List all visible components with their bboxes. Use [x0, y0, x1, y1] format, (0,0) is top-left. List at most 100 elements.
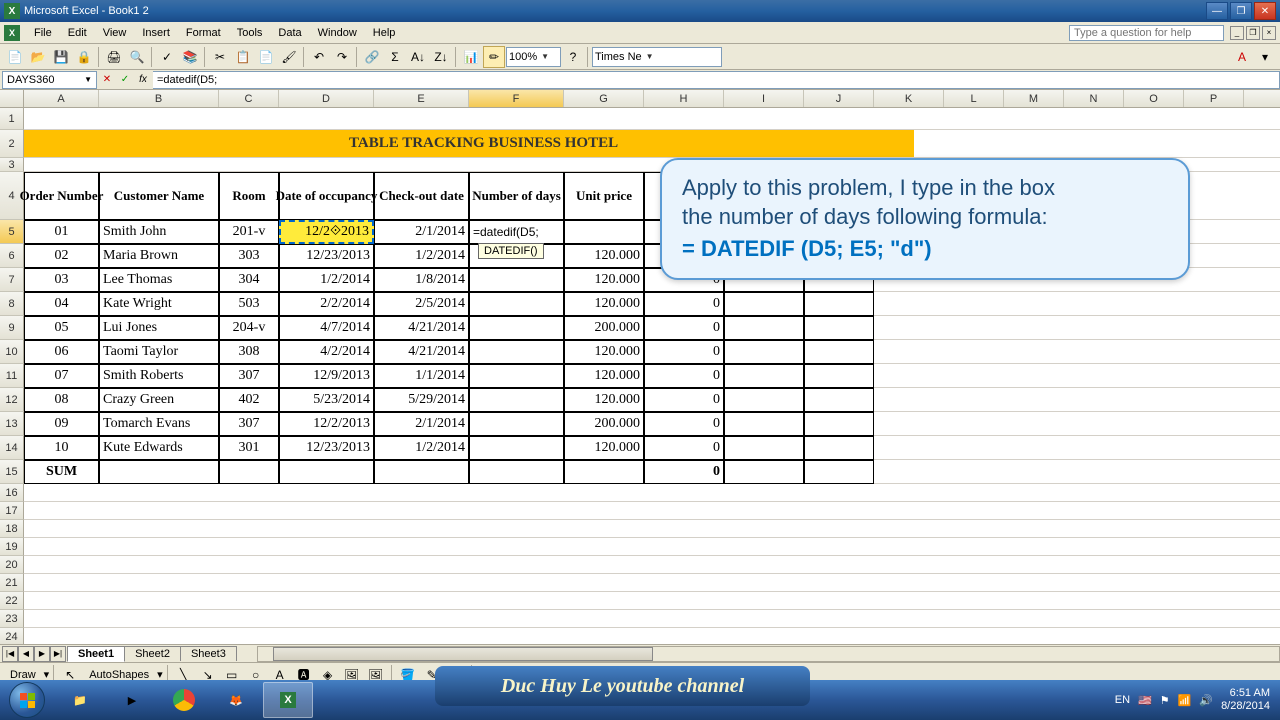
new-icon[interactable]: 📄 [4, 46, 26, 68]
cell-customer[interactable]: Kute Edwards [99, 436, 219, 460]
cell-signature[interactable] [724, 364, 804, 388]
col-header-B[interactable]: B [99, 90, 219, 107]
cell-total[interactable]: 0 [644, 436, 724, 460]
cell-signature[interactable] [724, 316, 804, 340]
cell-order[interactable]: 02 [24, 244, 99, 268]
row-header[interactable]: 16 [0, 484, 24, 502]
cell-signature[interactable] [724, 292, 804, 316]
menu-tools[interactable]: Tools [229, 25, 271, 41]
formula-input[interactable]: =datedif(D5; [153, 71, 1280, 89]
col-header-M[interactable]: M [1004, 90, 1064, 107]
cell-occupancy[interactable]: 12/23/2013 [279, 244, 374, 268]
cell-days[interactable]: =datedif(D5;DATEDIF() [469, 220, 564, 244]
row-header[interactable]: 11 [0, 364, 24, 388]
row-header[interactable]: 21 [0, 574, 24, 592]
col-header-H[interactable]: H [644, 90, 724, 107]
row-header[interactable]: 13 [0, 412, 24, 436]
sheet-nav-last-icon[interactable]: ▶| [50, 646, 66, 662]
cell-notes[interactable] [804, 412, 874, 436]
cell-room[interactable]: 201-v [219, 220, 279, 244]
menu-insert[interactable]: Insert [134, 25, 178, 41]
header-room[interactable]: Room [219, 172, 279, 220]
format-painter-icon[interactable]: 🖌 [278, 46, 300, 68]
cell-notes[interactable] [804, 316, 874, 340]
col-header-C[interactable]: C [219, 90, 279, 107]
cell-customer[interactable]: Taomi Taylor [99, 340, 219, 364]
cell-days[interactable] [469, 340, 564, 364]
undo-icon[interactable]: ↶ [308, 46, 330, 68]
font-dropdown[interactable]: Times Ne▼ [592, 47, 722, 67]
fill-color-icon[interactable]: ▾ [1254, 46, 1276, 68]
sheet-nav-first-icon[interactable]: |◀ [2, 646, 18, 662]
cell-room[interactable]: 308 [219, 340, 279, 364]
cell-room[interactable]: 402 [219, 388, 279, 412]
cell-checkout[interactable]: 2/1/2014 [374, 220, 469, 244]
cell-signature[interactable] [724, 436, 804, 460]
taskbar-explorer-icon[interactable]: 📁 [55, 682, 105, 718]
cell-total[interactable]: 0 [644, 388, 724, 412]
cell-checkout[interactable]: 1/2/2014 [374, 244, 469, 268]
col-header-A[interactable]: A [24, 90, 99, 107]
fx-icon[interactable]: fx [135, 72, 151, 88]
tab-sheet2[interactable]: Sheet2 [124, 646, 181, 661]
header-order[interactable]: Order Number [24, 172, 99, 220]
cell-checkout[interactable]: 1/2/2014 [374, 436, 469, 460]
cell-occupancy[interactable]: 12/23/2013 [279, 436, 374, 460]
menu-edit[interactable]: Edit [60, 25, 95, 41]
col-header-I[interactable]: I [724, 90, 804, 107]
cell-checkout[interactable]: 2/1/2014 [374, 412, 469, 436]
cell-total[interactable]: 0 [644, 316, 724, 340]
row-header[interactable]: 15 [0, 460, 24, 484]
cell-days[interactable] [469, 268, 564, 292]
taskbar-firefox-icon[interactable]: 🦊 [211, 682, 261, 718]
horizontal-scrollbar[interactable] [257, 646, 1280, 662]
chart-icon[interactable]: 📊 [460, 46, 482, 68]
select-all-corner[interactable] [0, 90, 24, 107]
cell-checkout[interactable]: 1/8/2014 [374, 268, 469, 292]
help-icon[interactable]: ? [562, 46, 584, 68]
tray-action-center-icon[interactable]: ⚑ [1160, 694, 1170, 707]
cell-notes[interactable] [804, 388, 874, 412]
col-header-K[interactable]: K [874, 90, 944, 107]
cancel-formula-icon[interactable]: ✕ [99, 72, 115, 88]
col-header-D[interactable]: D [279, 90, 374, 107]
row-header[interactable]: 1 [0, 108, 24, 130]
cell-notes[interactable] [804, 436, 874, 460]
cell-order[interactable]: 08 [24, 388, 99, 412]
menu-format[interactable]: Format [178, 25, 229, 41]
tray-lang[interactable]: EN [1115, 694, 1130, 706]
cell-unit-price[interactable] [564, 220, 644, 244]
cell-checkout[interactable]: 4/21/2014 [374, 316, 469, 340]
cell-order[interactable]: 09 [24, 412, 99, 436]
autosum-icon[interactable]: Σ [384, 46, 406, 68]
cell-unit-price[interactable]: 200.000 [564, 412, 644, 436]
cell-customer[interactable]: Lee Thomas [99, 268, 219, 292]
cell-unit-price[interactable]: 120.000 [564, 268, 644, 292]
table-title[interactable]: TABLE TRACKING BUSINESS HOTEL [99, 130, 914, 158]
cell-checkout[interactable]: 2/5/2014 [374, 292, 469, 316]
cell-notes[interactable] [804, 364, 874, 388]
sort-desc-icon[interactable]: Z↓ [430, 46, 452, 68]
doc-close-button[interactable]: × [1262, 26, 1276, 40]
cell-days[interactable] [469, 388, 564, 412]
menu-view[interactable]: View [95, 25, 135, 41]
header-occupancy[interactable]: Date of occupancy [279, 172, 374, 220]
cell-order[interactable]: 07 [24, 364, 99, 388]
row-header[interactable]: 14 [0, 436, 24, 460]
doc-minimize-button[interactable]: _ [1230, 26, 1244, 40]
tab-sheet3[interactable]: Sheet3 [180, 646, 237, 661]
col-header-P[interactable]: P [1184, 90, 1244, 107]
menu-help[interactable]: Help [365, 25, 404, 41]
cell-total[interactable]: 0 [644, 412, 724, 436]
row-header[interactable]: 10 [0, 340, 24, 364]
sheet-nav-prev-icon[interactable]: ◀ [18, 646, 34, 662]
row-header[interactable]: 12 [0, 388, 24, 412]
row-header[interactable]: 19 [0, 538, 24, 556]
tray-flag-icon[interactable]: 🇺🇸 [1138, 694, 1152, 707]
col-header-E[interactable]: E [374, 90, 469, 107]
cell-customer[interactable]: Smith John [99, 220, 219, 244]
cell-occupancy[interactable]: 12/9/2013 [279, 364, 374, 388]
scrollbar-thumb[interactable] [273, 647, 653, 661]
chevron-down-icon[interactable]: ▼ [84, 75, 92, 84]
header-customer[interactable]: Customer Name [99, 172, 219, 220]
